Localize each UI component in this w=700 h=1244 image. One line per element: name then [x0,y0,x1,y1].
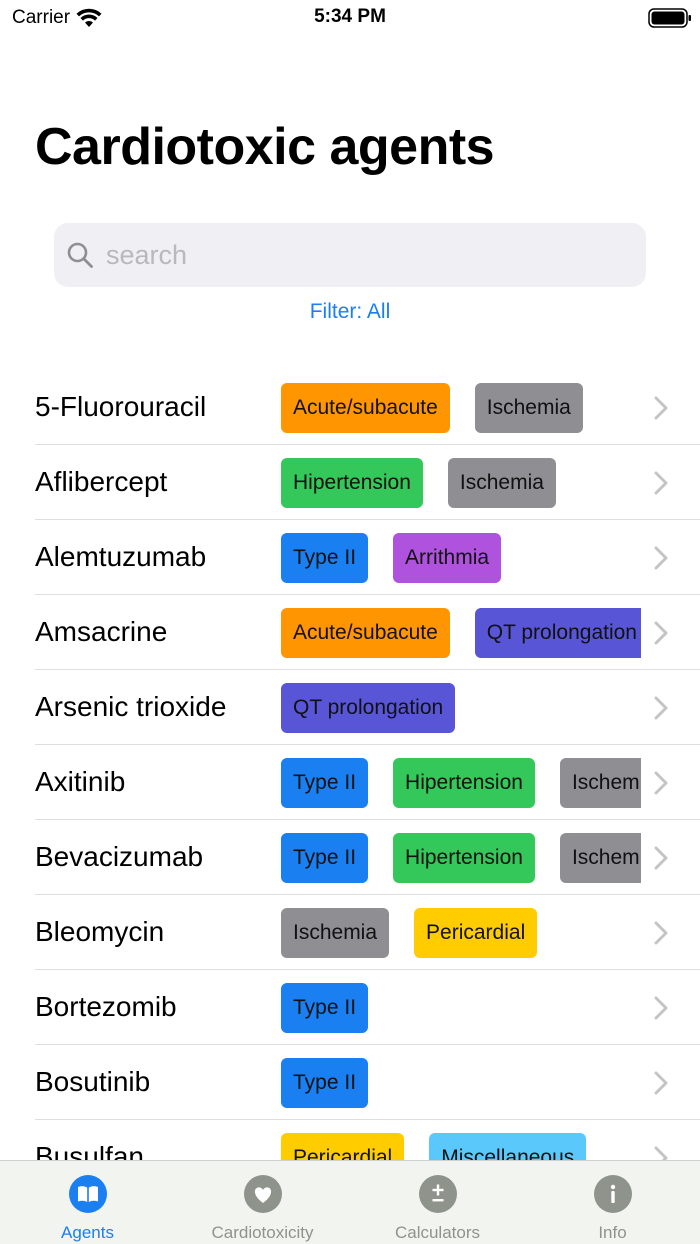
agent-row[interactable]: Bortezomib Type II [0,970,700,1045]
agent-row[interactable]: Bevacizumab Type II Hipertension Ischemia [0,820,700,895]
tag-group: Pericardial Miscellaneous [281,1133,641,1160]
status-bar: Carrier 5:34 PM [0,0,700,40]
category-tag: Ischemia [559,758,641,808]
agent-row[interactable]: Axitinib Type II Hipertension Ischemia [0,745,700,820]
category-tag: Acute/subacute [281,608,450,658]
agent-row[interactable]: Bosutinib Type II [0,1045,700,1120]
tag-group: Type II Hipertension Ischemia [281,758,641,808]
chevron-right-icon [654,696,668,720]
tag-group: QT prolongation [281,683,641,733]
category-tag: Hipertension [393,758,535,808]
chevron-right-icon [654,471,668,495]
chevron-right-icon [654,1146,668,1160]
agent-name: Bortezomib [35,991,177,1022]
tag-group: Ischemia Pericardial [281,908,641,958]
agent-row[interactable]: Busulfan Pericardial Miscellaneous [0,1120,700,1160]
category-tag: Acute/subacute [281,383,450,433]
tag-group: Type II [281,1058,641,1108]
agent-row[interactable]: Bleomycin Ischemia Pericardial [0,895,700,970]
chevron-right-icon [654,546,668,570]
agent-name: Aflibercept [35,466,168,497]
agent-name: Axitinib [35,766,126,797]
agent-name: Busulfan [35,1141,144,1160]
tab-label: Agents [61,1223,114,1242]
tab-cardiotoxicity[interactable]: Cardiotoxicity [175,1161,350,1244]
agent-name: Bosutinib [35,1066,151,1097]
agent-row[interactable]: Alemtuzumab Type II Arrithmia [0,520,700,595]
tag-group: Type II [281,983,641,1033]
category-tag: Hipertension [281,458,423,508]
agent-name: Bleomycin [35,916,165,947]
category-tag: Arrithmia [393,533,502,583]
agent-name: Alemtuzumab [35,541,207,572]
chevron-right-icon [654,846,668,870]
search-bar[interactable] [54,223,646,287]
tag-group: Type II Hipertension Ischemia [281,833,641,883]
category-tag: QT prolongation [474,608,641,658]
battery-icon [648,8,691,28]
tab-label: Cardiotoxicity [211,1223,314,1242]
agent-row[interactable]: Aflibercept Hipertension Ischemia [0,445,700,520]
chevron-right-icon [654,1071,668,1095]
tab-label: Calculators [394,1223,481,1242]
category-tag: Type II [281,1058,369,1108]
info-icon [594,1175,632,1213]
agent-row[interactable]: 5-Fluorouracil Acute/subacute Ischemia [0,370,700,445]
category-tag: Ischemia [559,833,641,883]
chevron-right-icon [654,396,668,420]
tag-group: Hipertension Ischemia [281,458,641,508]
category-tag: Type II [281,833,369,883]
tab-bar: Agents Cardiotoxicity Calculators Info [0,1160,700,1244]
chevron-right-icon [654,621,668,645]
category-tag: Type II [281,983,369,1033]
agent-name: Arsenic trioxide [35,691,227,722]
category-tag: Type II [281,758,369,808]
category-tag: Ischemia [447,458,556,508]
chevron-right-icon [654,996,668,1020]
category-tag: QT prolongation [281,683,456,733]
page-title: Cardiotoxic agents [35,118,495,176]
category-tag: Ischemia [281,908,390,958]
category-tag: Ischemia [474,383,583,433]
agent-list[interactable]: 5-Fluorouracil Acute/subacute Ischemia Afli… [0,370,700,1160]
category-tag: Miscellaneous [429,1133,587,1160]
heart-icon [244,1175,282,1213]
plus-minus-icon [419,1175,457,1213]
category-tag: Pericardial [281,1133,405,1160]
tab-calculators[interactable]: Calculators [350,1161,525,1244]
agent-row[interactable]: Arsenic trioxide QT prolongation [0,670,700,745]
tab-info[interactable]: Info [525,1161,700,1244]
search-input[interactable] [106,239,606,271]
tab-label: Info [598,1223,627,1242]
filter-button[interactable]: Filter: All [0,300,700,324]
agent-name: Amsacrine [35,616,168,647]
tag-group: Acute/subacute QT prolongation [281,608,641,658]
agent-name: 5-Fluorouracil [35,391,207,422]
agent-row[interactable]: Amsacrine Acute/subacute QT prolongation [0,595,700,670]
clock: 5:34 PM [314,6,386,27]
tag-group: Type II Arrithmia [281,533,641,583]
chevron-right-icon [654,921,668,945]
book-icon [69,1175,107,1213]
category-tag: Pericardial [414,908,538,958]
tab-agents[interactable]: Agents [0,1161,175,1244]
tag-group: Acute/subacute Ischemia [281,383,641,433]
agent-name: Bevacizumab [35,841,204,872]
search-icon [67,242,93,268]
category-tag: Type II [281,533,369,583]
chevron-right-icon [654,771,668,795]
category-tag: Hipertension [393,833,535,883]
